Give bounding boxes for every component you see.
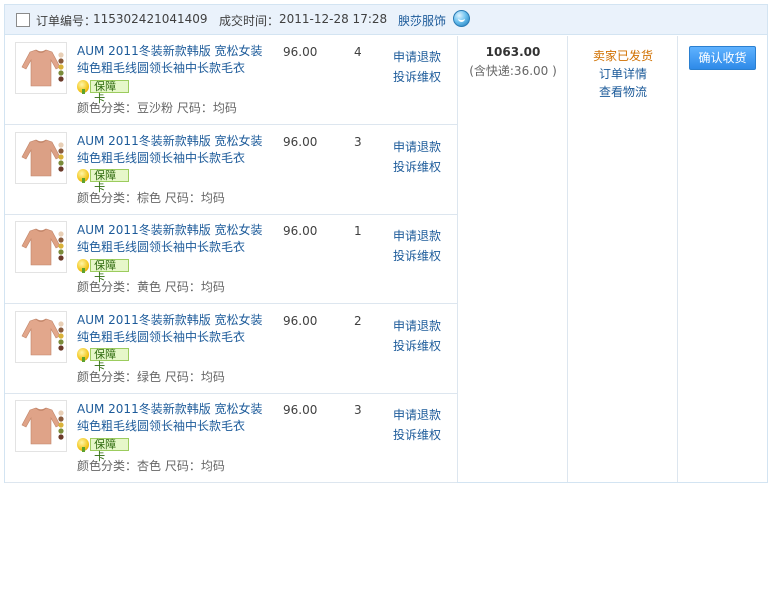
- refund-link[interactable]: 申请退款: [393, 226, 441, 246]
- guarantee-label: 保障卡: [90, 348, 129, 373]
- product-sku: 颜色分类：棕色 尺码：均码: [77, 190, 225, 205]
- wangwang-chat-icon[interactable]: [453, 10, 470, 27]
- guarantee-card-badge: 保障卡: [77, 79, 129, 104]
- refund-link[interactable]: 申请退款: [393, 137, 441, 157]
- total-amount: 1063.00: [485, 45, 541, 59]
- complaint-link[interactable]: 投诉维权: [393, 336, 441, 356]
- guarantee-icon: [77, 169, 90, 183]
- order-header: 订单编号： 115302421041409 成交时间： 2011-12-28 1…: [5, 5, 767, 35]
- order-total: 1063.00 (含快递:36.00 ): [458, 45, 568, 79]
- complaint-link[interactable]: 投诉维权: [393, 157, 441, 177]
- refund-link[interactable]: 申请退款: [393, 316, 441, 336]
- product-sku: 颜色分类：杏色 尺码：均码: [77, 459, 225, 473]
- quantity: 3: [354, 134, 362, 149]
- complaint-link[interactable]: 投诉维权: [393, 246, 441, 266]
- deal-time-label: 成交时间：: [219, 14, 280, 28]
- item-operations: 申请退款 投诉维权: [393, 405, 441, 445]
- order-card: 订单编号： 115302421041409 成交时间： 2011-12-28 1…: [4, 4, 768, 483]
- sweater-image: [21, 407, 64, 445]
- unit-price: 96.00: [283, 45, 318, 59]
- order-number: 115302421041409: [93, 12, 208, 26]
- column-divider: [457, 36, 458, 482]
- order-number-label: 订单编号：: [36, 14, 97, 28]
- guarantee-card-badge: 保障卡: [77, 258, 129, 283]
- sweater-image: [21, 139, 64, 176]
- product-thumbnail[interactable]: [15, 42, 67, 94]
- guarantee-icon: [77, 79, 90, 94]
- unit-price: 96.00: [283, 403, 318, 417]
- item-operations: 申请退款 投诉维权: [393, 47, 441, 87]
- product-thumbnail[interactable]: [15, 131, 67, 184]
- guarantee-card-badge: 保障卡: [77, 348, 129, 373]
- guarantee-icon: [77, 437, 90, 452]
- unit-price: 96.00: [283, 134, 318, 149]
- product-sku: 颜色分类：豆沙粉 尺码：均码: [77, 101, 237, 115]
- shipping-fee: (含快递:36.00 ): [469, 64, 557, 78]
- product-title-link[interactable]: AUM 2011冬装新款韩版 宽松女装纯色粗毛线圆领长袖中长款毛衣: [77, 222, 267, 256]
- product-title-link[interactable]: AUM 2011冬装新款韩版 宽松女装纯色粗毛线圆领长袖中长款毛衣: [77, 312, 267, 346]
- guarantee-icon: [77, 258, 90, 273]
- column-divider: [567, 36, 568, 482]
- confirm-receipt-button[interactable]: 确认收货: [689, 46, 756, 70]
- product-sku: 颜色分类：绿色 尺码：均码: [77, 369, 225, 384]
- order-item-row: AUM 2011冬装新款韩版 宽松女装纯色粗毛线圆领长袖中长款毛衣 保障卡 颜色…: [5, 36, 457, 125]
- track-shipping-link[interactable]: 查看物流: [568, 83, 678, 101]
- sweater-image: [21, 49, 64, 87]
- product-title-link[interactable]: AUM 2011冬装新款韩版 宽松女装纯色粗毛线圆领长袖中长款毛衣: [77, 401, 267, 435]
- guarantee-card-badge: 保障卡: [77, 169, 129, 194]
- unit-price: 96.00: [283, 313, 318, 328]
- product-thumbnail[interactable]: [15, 221, 67, 273]
- complaint-link[interactable]: 投诉维权: [393, 67, 441, 87]
- guarantee-icon: [77, 348, 90, 362]
- product-title-link[interactable]: AUM 2011冬装新款韩版 宽松女装纯色粗毛线圆领长袖中长款毛衣: [77, 43, 267, 77]
- order-item-row: AUM 2011冬装新款韩版 宽松女装纯色粗毛线圆领长袖中长款毛衣 保障卡 颜色…: [5, 215, 457, 304]
- order-status-block: 卖家已发货 订单详情 查看物流: [568, 47, 678, 101]
- product-sku: 颜色分类：黄色 尺码：均码: [77, 280, 225, 294]
- product-title-link[interactable]: AUM 2011冬装新款韩版 宽松女装纯色粗毛线圆领长袖中长款毛衣: [77, 133, 267, 167]
- column-divider: [677, 36, 678, 482]
- quantity: 1: [354, 224, 362, 238]
- order-item-row: AUM 2011冬装新款韩版 宽松女装纯色粗毛线圆领长袖中长款毛衣 保障卡 颜色…: [5, 126, 457, 215]
- quantity: 4: [354, 45, 362, 59]
- sweater-image: [21, 228, 64, 266]
- quantity: 3: [354, 403, 362, 417]
- refund-link[interactable]: 申请退款: [393, 405, 441, 425]
- product-thumbnail[interactable]: [15, 310, 67, 363]
- item-operations: 申请退款 投诉维权: [393, 316, 441, 356]
- order-status: 卖家已发货: [592, 49, 653, 63]
- order-item-row: AUM 2011冬装新款韩版 宽松女装纯色粗毛线圆领长袖中长款毛衣 保障卡 颜色…: [5, 394, 457, 483]
- order-detail-link[interactable]: 订单详情: [568, 65, 678, 83]
- sweater-image: [21, 318, 64, 355]
- guarantee-label: 保障卡: [90, 169, 129, 194]
- complaint-link[interactable]: 投诉维权: [393, 425, 441, 445]
- order-item-row: AUM 2011冬装新款韩版 宽松女装纯色粗毛线圆领长袖中长款毛衣 保障卡 颜色…: [5, 305, 457, 394]
- deal-time: 2011-12-28 17:28: [279, 12, 388, 26]
- quantity: 2: [354, 313, 362, 328]
- item-operations: 申请退款 投诉维权: [393, 137, 441, 177]
- guarantee-label: 保障卡: [90, 258, 129, 283]
- product-thumbnail[interactable]: [15, 400, 67, 452]
- refund-link[interactable]: 申请退款: [393, 47, 441, 67]
- guarantee-label: 保障卡: [90, 79, 129, 104]
- order-checkbox[interactable]: [16, 13, 30, 27]
- unit-price: 96.00: [283, 224, 318, 238]
- guarantee-card-badge: 保障卡: [77, 437, 129, 462]
- item-operations: 申请退款 投诉维权: [393, 226, 441, 266]
- guarantee-label: 保障卡: [90, 437, 129, 462]
- shop-name-link[interactable]: 腴莎服饰: [398, 12, 446, 29]
